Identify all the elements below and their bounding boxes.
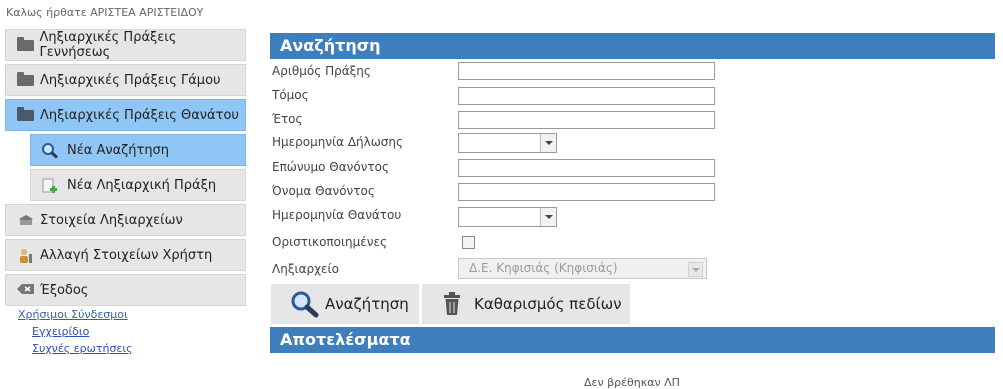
death-date-label: Ημερομηνία Θανάτου <box>272 208 402 222</box>
manual-link[interactable]: Εγχειρίδιο <box>32 325 133 338</box>
sidebar-item-birth-acts[interactable]: Ληξιαρχικές Πράξεις Γεννήσεως <box>5 29 246 61</box>
sidebar-item-label: Ληξιαρχικές Πράξεις Γεννήσεως <box>39 30 177 60</box>
chevron-down-icon[interactable] <box>688 262 703 277</box>
faq-link[interactable]: Συχνές ερωτήσεις <box>32 342 133 355</box>
trash-icon <box>443 292 461 316</box>
sidebar-item-registry-info[interactable]: Στοιχεία Ληξιαρχείων <box>5 204 246 236</box>
year-input[interactable] <box>458 111 715 129</box>
search-button[interactable]: Αναζήτηση <box>271 284 419 324</box>
useful-links-heading: Χρήσιμοι Σύνδεσμοι <box>18 308 128 321</box>
deceased-name-input[interactable] <box>458 183 715 201</box>
sidebar-item-label: Ληξιαρχικές Πράξεις Θανάτου <box>40 107 239 123</box>
deceased-surname-label: Επώνυμο Θανόντος <box>272 160 390 174</box>
welcome-text: Καλως ήρθατε ΑΡΙΣΤΕΑ ΑΡΙΣΤΕΙΔΟΥ <box>6 6 204 19</box>
sidebar-item-label: Έξοδος <box>40 282 89 298</box>
declaration-date-label: Ημερομηνία Δήλωσης <box>272 135 404 149</box>
deceased-name-label: Όνομα Θανόντος <box>272 184 375 198</box>
sidebar-item-new-act[interactable]: Νέα Ληξιαρχική Πράξη <box>30 169 246 201</box>
useful-links: Χρήσιμοι Σύνδεσμοι Εγχειρίδιο Συχνές ερω… <box>18 308 133 359</box>
search-icon <box>41 143 59 159</box>
sidebar-item-label: Νέα Ληξιαρχική Πράξη <box>67 177 217 193</box>
folder-icon <box>17 72 35 87</box>
death-date-picker[interactable] <box>458 207 557 227</box>
folder-open-icon <box>17 107 35 122</box>
logout-icon <box>17 283 35 297</box>
act-number-label: Αριθμός Πράξης <box>272 64 371 78</box>
clear-fields-button[interactable]: Καθαρισμός πεδίων <box>422 284 630 324</box>
volume-label: Τόμος <box>272 88 309 102</box>
no-results-text: Δεν βρέθηκαν ΛΠ <box>584 376 680 389</box>
chevron-down-icon[interactable] <box>540 134 556 152</box>
sidebar-item-label: Νέα Αναζήτηση <box>67 142 170 158</box>
sidebar-item-label: Ληξιαρχικές Πράξεις Γάμου <box>40 72 221 88</box>
sidebar-item-death-acts[interactable]: Ληξιαρχικές Πράξεις Θανάτου <box>5 99 246 131</box>
registry-label: Ληξιαρχείο <box>272 262 339 276</box>
chevron-down-icon[interactable] <box>540 208 556 226</box>
finalized-checkbox[interactable] <box>462 236 475 249</box>
registry-select-value: Δ.Ε. Κηφισιάς (Κηφισιάς) <box>469 261 618 275</box>
user-edit-icon <box>17 248 35 263</box>
search-section-title: Αναζήτηση <box>270 33 995 59</box>
clear-fields-button-label: Καθαρισμός πεδίων <box>474 295 622 313</box>
sidebar-item-label: Αλλαγή Στοιχείων Χρήστη <box>40 247 213 263</box>
search-button-label: Αναζήτηση <box>325 295 409 313</box>
new-document-icon <box>41 178 59 193</box>
search-icon <box>289 290 319 318</box>
registry-icon <box>17 213 35 227</box>
sidebar-item-change-user-info[interactable]: Αλλαγή Στοιχείων Χρήστη <box>5 239 246 271</box>
registry-select[interactable]: Δ.Ε. Κηφισιάς (Κηφισιάς) <box>458 258 707 279</box>
finalized-label: Οριστικοποιημένες <box>272 235 388 249</box>
year-label: Έτος <box>272 112 303 126</box>
sidebar-item-marriage-acts[interactable]: Ληξιαρχικές Πράξεις Γάμου <box>5 64 246 96</box>
declaration-date-picker[interactable] <box>458 133 557 153</box>
sidebar-item-logout[interactable]: Έξοδος <box>5 274 246 306</box>
volume-input[interactable] <box>458 87 715 105</box>
sidebar-item-label: Στοιχεία Ληξιαρχείων <box>40 212 183 228</box>
act-number-input[interactable] <box>458 62 715 80</box>
sidebar-item-new-search[interactable]: Νέα Αναζήτηση <box>30 134 246 166</box>
folder-icon <box>17 37 34 52</box>
deceased-surname-input[interactable] <box>458 159 715 177</box>
results-section-title: Αποτελέσματα <box>270 327 995 353</box>
